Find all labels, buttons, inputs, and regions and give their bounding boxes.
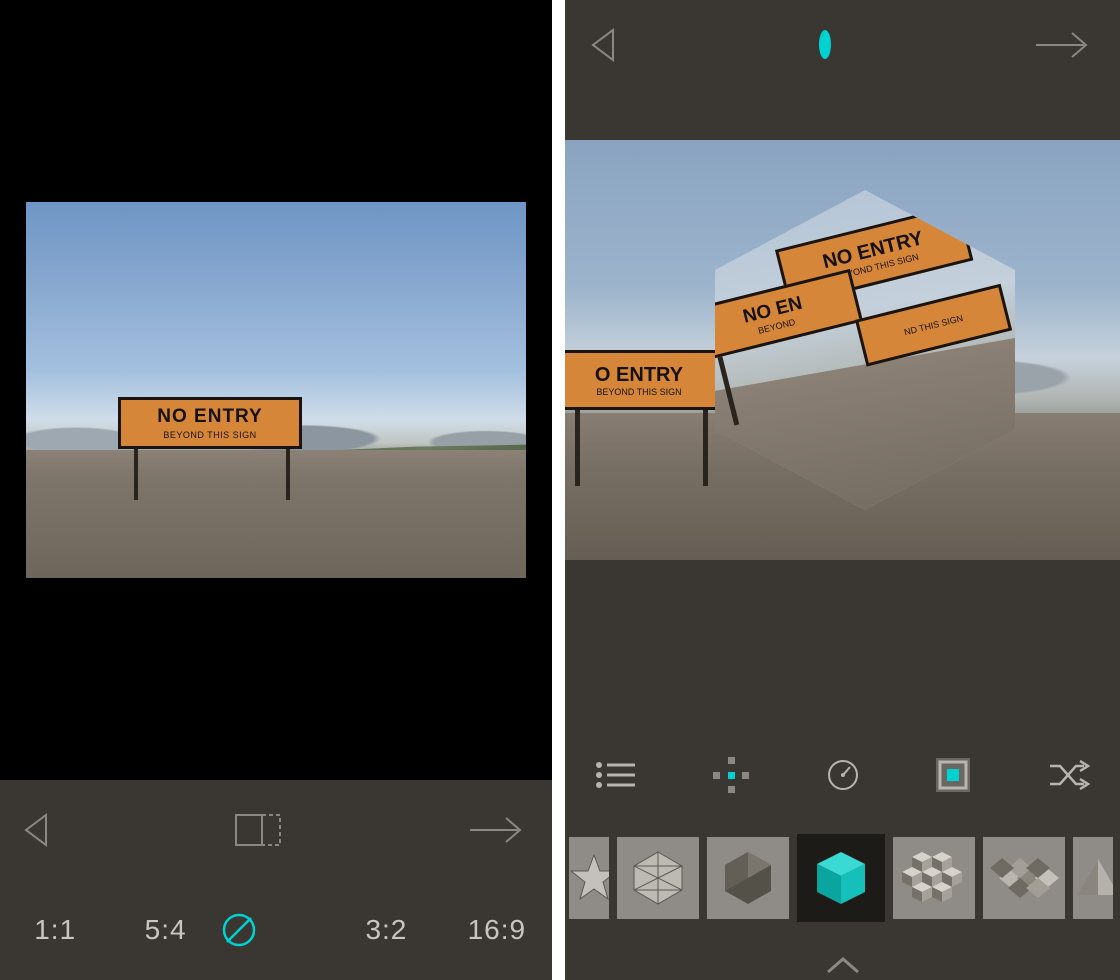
crop-editor-screen: NO ENTRY BEYOND THIS SIGN [0,0,552,980]
frame-button[interactable] [936,758,970,792]
sphere-icon [719,849,777,907]
ratio-5-4[interactable]: 5:4 [110,914,220,946]
screenshot-divider [552,0,565,980]
list-icon [595,761,635,789]
back-button[interactable] [591,28,615,62]
position-icon [713,757,749,793]
sign-line2: ND THIS SIGN [903,313,964,337]
shape-icosahedron[interactable] [617,837,699,919]
photo-ground [26,450,526,578]
effect-preview[interactable]: O ENTRY BEYOND THIS SIGN NO ENTRY BEYOND [565,140,1120,560]
shape-star[interactable] [569,837,609,919]
list-button[interactable] [595,761,635,789]
expand-button[interactable] [826,956,860,974]
sign-line2: BEYOND THIS SIGN [163,430,256,440]
crop-frame-button[interactable] [235,814,281,846]
sign-line1: NO ENTRY [157,406,262,428]
photo-canvas[interactable]: NO ENTRY BEYOND THIS SIGN [0,0,552,780]
next-button[interactable] [468,815,528,845]
sign-board: NO ENTRY BEYOND THIS SIGN [118,397,302,449]
shape-rhombus-pattern[interactable] [983,837,1065,919]
photo-preview: NO ENTRY BEYOND THIS SIGN [26,202,526,578]
chevron-up-icon [826,956,860,974]
sign-line2: BEYOND THIS SIGN [596,387,681,397]
square-frame-icon [938,760,968,790]
shuffle-icon [1048,760,1090,790]
ratio-16-9[interactable]: 16:9 [442,914,552,946]
sign-post [286,440,290,500]
shape-sphere[interactable] [707,837,789,919]
triangle-left-icon [591,28,615,62]
sign-line1: O ENTRY [595,364,683,387]
pyramid-icon [1073,855,1113,901]
shape-picker[interactable] [565,830,1120,926]
photo-base: O ENTRY BEYOND THIS SIGN NO ENTRY BEYOND [565,140,1120,560]
tool-row [565,740,1120,810]
icosahedron-icon [628,848,688,908]
shape-cube[interactable] [797,834,885,922]
crop-controls: 1:1 5:4 3:2 16:9 [0,780,552,980]
shuffle-button[interactable] [1048,760,1090,790]
effect-editor-screen: O ENTRY BEYOND THIS SIGN NO ENTRY BEYOND [565,0,1120,980]
crop-frame-icon [235,814,281,846]
speedometer-icon [827,759,859,791]
sign-post [134,440,138,500]
aspect-ratio-row: 1:1 5:4 3:2 16:9 [0,880,552,980]
star-icon [569,853,609,903]
shape-pyramid[interactable] [1073,837,1113,919]
capture-button[interactable] [819,36,831,54]
ratio-3-2[interactable]: 3:2 [331,914,441,946]
next-button[interactable] [1034,30,1094,60]
hex-overlay[interactable]: NO ENTRY BEYOND THIS SIGN NO EN BEYOND [715,190,1015,510]
arrow-right-icon [468,815,528,845]
top-bar [565,0,1120,90]
rhombus-pattern-icon [987,858,1061,898]
cubes-pattern-icon [902,849,966,907]
back-button[interactable] [24,813,48,847]
triangle-left-icon [24,813,48,847]
null-set-icon [221,912,257,948]
ratio-none[interactable] [221,912,331,948]
shape-cubes-pattern[interactable] [893,837,975,919]
position-button[interactable] [713,757,749,793]
timer-button[interactable] [827,759,859,791]
arrow-right-icon [1034,30,1094,60]
ring-icon [819,30,831,59]
ratio-1-1[interactable]: 1:1 [0,914,110,946]
cube-icon [809,846,873,910]
